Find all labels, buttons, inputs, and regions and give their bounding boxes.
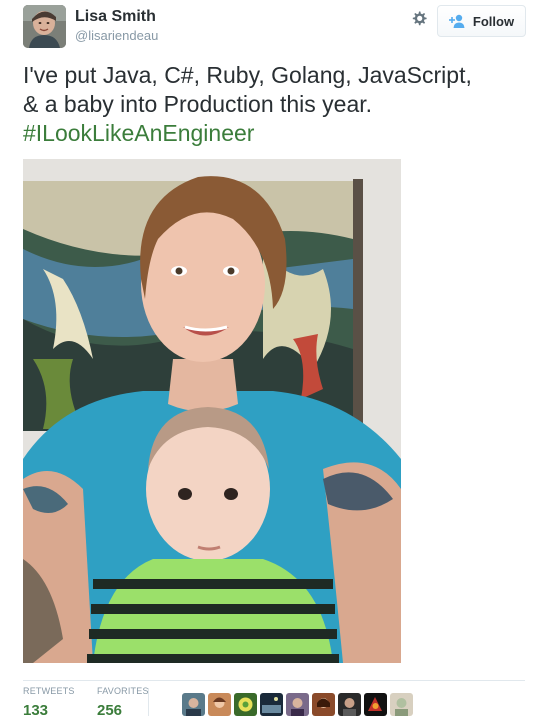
- stats-separator: [148, 688, 149, 716]
- hashtag-link[interactable]: #ILookLikeAnEngineer: [23, 119, 523, 148]
- screen-name[interactable]: @lisariendeau: [75, 28, 158, 43]
- favoriter-avatar[interactable]: [208, 693, 231, 716]
- favorites-stat[interactable]: FAVORITES 256: [97, 686, 167, 719]
- tweet-header: Lisa Smith @lisariendeau Follow: [23, 5, 527, 49]
- favoriter-avatar[interactable]: [182, 693, 205, 716]
- tweet-text-line-2: & a baby into Production this year.: [23, 91, 373, 117]
- favorites-count: 256: [97, 702, 123, 719]
- favoriter-avatar[interactable]: [260, 693, 283, 716]
- gear-icon[interactable]: [407, 7, 431, 31]
- tweet-text: I've put Java, C#, Ruby, Golang, JavaScr…: [23, 61, 523, 148]
- favoriter-avatar[interactable]: [234, 693, 257, 716]
- retweets-count: 133: [23, 702, 49, 719]
- retweets-stat[interactable]: RETWEETS 133: [23, 686, 93, 719]
- favoriter-avatar[interactable]: [364, 693, 387, 716]
- add-user-icon: [448, 14, 467, 28]
- display-name[interactable]: Lisa Smith: [75, 8, 156, 26]
- retweets-label: RETWEETS: [23, 686, 75, 696]
- follow-label: Follow: [472, 13, 515, 29]
- follow-button[interactable]: Follow: [437, 5, 526, 37]
- favoriter-avatar[interactable]: [338, 693, 361, 716]
- tweet-text-line-1: I've put Java, C#, Ruby, Golang, JavaScr…: [23, 62, 472, 88]
- tweet-photo[interactable]: [23, 159, 401, 663]
- stats-divider: [23, 680, 525, 681]
- favoriter-avatar[interactable]: [312, 693, 335, 716]
- favoriter-avatars: [182, 693, 413, 716]
- avatar[interactable]: [23, 5, 66, 48]
- favorites-label: FAVORITES: [97, 686, 149, 696]
- favoriter-avatar[interactable]: [390, 693, 413, 716]
- favoriter-avatar[interactable]: [286, 693, 309, 716]
